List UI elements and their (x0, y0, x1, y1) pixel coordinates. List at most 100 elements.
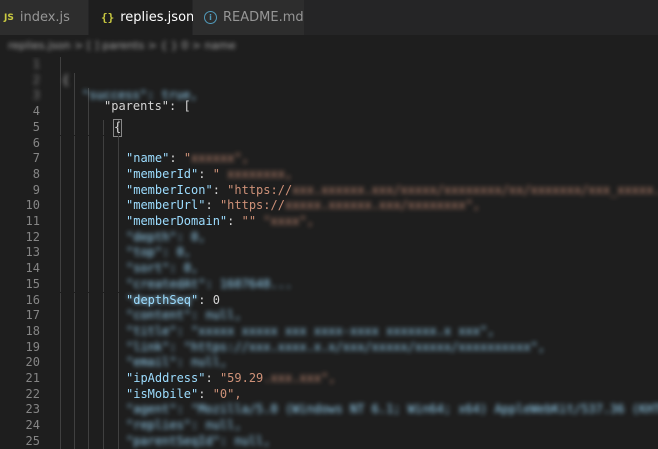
code-line[interactable]: 13 "top": 0, (0, 245, 658, 262)
code-line[interactable]: 10 "memberUrl": "https://xxxxx.xxxxxx.xxx… (0, 198, 658, 214)
indent-guide (118, 418, 119, 434)
code-line[interactable]: 19 "link": "https://xxx.xxxx.x.x/xxx/xxxx… (0, 339, 658, 356)
indent-guide (60, 276, 61, 293)
code-editor[interactable]: 1 2{3 "success": true, 4 "parents": [5{6 7 "na… (0, 57, 658, 449)
code-line[interactable]: 1 (0, 57, 658, 73)
javascript-file-icon: JS (4, 12, 14, 23)
indent-guide (60, 135, 61, 152)
indent-guide (60, 323, 61, 340)
redacted-code-text: "link": "https://xxx.xxxx.x.x/xxx/xxxxx/… (126, 339, 546, 354)
redacted-code-text: "createdAt": 1607648... (126, 276, 293, 291)
indent-guide (74, 292, 75, 309)
indent-guide (60, 182, 61, 199)
json-value: "https:// (227, 182, 293, 197)
indent-guide (118, 276, 119, 293)
json-file-icon: {} (101, 11, 115, 24)
indent-guide (118, 433, 119, 449)
code-line[interactable]: 25 "parentSeqId": null, (0, 433, 658, 449)
code-line[interactable]: 4 "parents": [ (0, 99, 658, 120)
json-value: "0", (212, 386, 242, 401)
indent-guide (60, 339, 61, 356)
indent-guide (103, 214, 104, 230)
indent-guide (103, 323, 104, 340)
redacted-value: xxxxxxxx, (219, 166, 293, 181)
indent-guide (88, 386, 89, 403)
code-line[interactable]: 8 "memberId": " xxxxxxxx, (0, 166, 658, 183)
indent-guide (103, 433, 104, 449)
indent-guide (74, 88, 75, 105)
indent-guide (74, 229, 75, 246)
code-line[interactable]: 22 "isMobile": "0", (0, 386, 658, 403)
json-colon: : (227, 214, 242, 228)
tab-replies-json[interactable]: {} replies.json × (89, 0, 213, 35)
tab-label: README.md (223, 10, 304, 25)
indent-guide (60, 433, 61, 449)
json-key: "name" (126, 151, 170, 166)
json-colon: : (169, 151, 184, 166)
code-line[interactable]: 18 "title": "xxxxx xxxxx xxx xxxx-xxxx xx… (0, 323, 658, 340)
indent-guide (88, 276, 89, 293)
line-number: 8 (32, 166, 40, 181)
line-number: 5 (32, 119, 40, 134)
code-line[interactable]: 2{ (0, 72, 658, 89)
line-number: 11 (25, 214, 40, 228)
indent-guide (60, 57, 61, 73)
indent-guide (60, 119, 61, 136)
indent-guide (60, 104, 61, 120)
indent-guide (103, 339, 104, 356)
indent-guide (103, 261, 104, 277)
json-property: "memberDomain": "" "xxxx", (126, 214, 314, 230)
indent-guide (88, 151, 89, 167)
breadcrumb[interactable]: replies.json > [ ] parents > { } 0 > nam… (0, 35, 658, 57)
indent-guide (88, 402, 89, 419)
indent-guide (60, 166, 61, 183)
indent-guide (118, 402, 119, 419)
indent-guide (60, 88, 61, 105)
code-line[interactable]: 6 (0, 135, 658, 152)
code-line[interactable]: 15 "createdAt": 1607648... (0, 276, 658, 293)
code-line[interactable]: 3 "success": true, (0, 88, 658, 105)
json-colon: : (198, 292, 213, 307)
code-line[interactable]: 24 "replies": null, (0, 418, 658, 434)
code-line[interactable]: 20 "email": null, (0, 355, 658, 371)
line-number: 7 (32, 151, 40, 166)
code-line[interactable]: 7 "name": "xxxxxx", (0, 151, 658, 167)
indent-guide (118, 339, 119, 356)
indent-guide (88, 119, 89, 136)
indent-guide (74, 72, 75, 89)
line-number: 2 (32, 72, 40, 87)
code-line[interactable]: 14 "sort": 0, (0, 261, 658, 277)
tab-index-js[interactable]: JS index.js (0, 0, 89, 35)
indent-guide (74, 151, 75, 167)
indent-guide (103, 166, 104, 183)
indent-guide (88, 433, 89, 449)
indent-guide (60, 229, 61, 246)
indent-guide (103, 355, 104, 371)
indent-guide (118, 151, 119, 167)
indent-guide (74, 245, 75, 262)
code-line[interactable]: 9 "memberIcon": "https://xxx.xxxxxx.xxx/x… (0, 182, 658, 199)
indent-guide (60, 198, 61, 214)
code-line[interactable]: 23 "agent": "Mozilla/5.0 (Windows NT 6.1;… (0, 402, 658, 419)
indent-guide (103, 292, 104, 309)
indent-guide (118, 308, 119, 324)
line-number: 14 (25, 261, 40, 276)
redacted-code-text: "content": null, (126, 308, 242, 323)
code-line[interactable]: 16 "depthSeq": 0 "depthSeq" (0, 292, 658, 309)
indent-guide (88, 214, 89, 230)
indent-guide (118, 386, 119, 403)
info-icon: i (204, 11, 217, 24)
code-line[interactable]: 12 "depth": 0, (0, 229, 658, 246)
indent-guide (88, 323, 89, 340)
indent-guide (118, 323, 119, 340)
code-line[interactable]: 11 "memberDomain": "" "xxxx", (0, 214, 658, 230)
redacted-code-text: "agent": "Mozilla/5.0 (Windows NT 6.1; W… (126, 402, 658, 417)
tab-readme-md[interactable]: i README.md (193, 0, 305, 35)
indent-guide (103, 198, 104, 214)
indent-guide (74, 198, 75, 214)
code-line[interactable]: 5{ (0, 118, 658, 137)
code-line[interactable]: 17 "content": null, (0, 308, 658, 324)
redacted-code-text: "email": null, (126, 355, 228, 370)
code-line[interactable]: 21 "ipAddress": "59.29.xxx.xxx", (0, 371, 658, 387)
indent-guide (74, 402, 75, 419)
